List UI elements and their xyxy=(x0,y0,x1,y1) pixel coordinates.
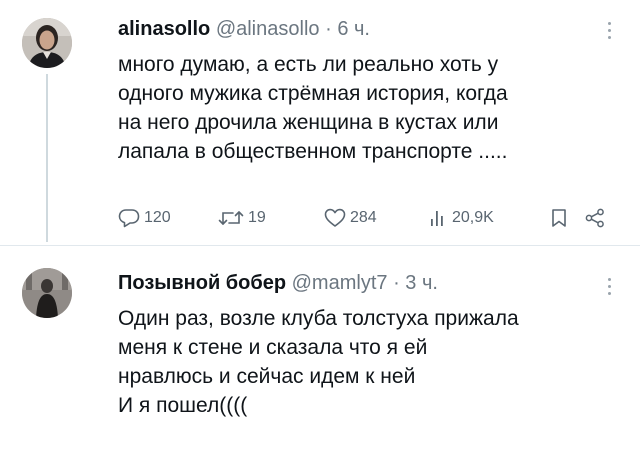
tweet-text-line: И я пошел(((( xyxy=(118,394,248,417)
separator-dot: · xyxy=(393,272,400,294)
bookmark-button[interactable] xyxy=(550,208,568,228)
timestamp[interactable]: 3 ч. xyxy=(405,272,438,294)
retweet-button[interactable]: 19 xyxy=(218,208,266,228)
tweet-text-line: на него дрочила женщина в кустах или xyxy=(118,111,499,134)
username[interactable]: @alinasollo xyxy=(216,18,320,40)
reply-button[interactable]: 120 xyxy=(118,208,171,228)
tweet-text: много думаю, а есть ли реально хоть у од… xyxy=(118,50,628,166)
more-vertical-icon[interactable] xyxy=(608,278,614,295)
heart-icon xyxy=(324,208,346,227)
separator-dot: · xyxy=(325,18,332,40)
tweet-text-line: лапала в общественном транспорте ..... xyxy=(118,140,508,163)
thread-connector xyxy=(46,74,48,242)
avatar[interactable] xyxy=(22,18,72,68)
share-button[interactable] xyxy=(584,208,606,228)
tweet-header: Позывной бобер @mamlyt7 · 3 ч. xyxy=(118,272,438,295)
avatar[interactable] xyxy=(22,268,72,318)
username[interactable]: @mamlyt7 xyxy=(292,272,388,294)
bookmark-icon xyxy=(552,209,566,227)
like-count: 284 xyxy=(350,209,377,226)
tweet-actions: 120 19 284 20,9K xyxy=(118,208,618,238)
tweet-text-line: одного мужика стрёмная история, когда xyxy=(118,82,508,105)
retweet-icon xyxy=(218,211,244,225)
tweet-header: alinasollo @alinasollo · 6 ч. xyxy=(118,18,370,41)
tweet-text-line: меня к стене и сказала что я ей xyxy=(118,336,428,359)
reply-icon xyxy=(118,209,140,228)
tweet-original[interactable]: alinasollo @alinasollo · 6 ч. много дума… xyxy=(0,0,640,246)
views-button[interactable]: 20,9K xyxy=(428,208,494,228)
views-icon xyxy=(431,211,443,226)
tweet-text-line: Один раз, возле клуба толстуха прижала xyxy=(118,307,519,330)
tweet-text-line: нравлюсь и сейчас идем к ней xyxy=(118,365,416,388)
avatar-image xyxy=(22,18,72,68)
display-name[interactable]: alinasollo xyxy=(118,18,210,40)
timestamp[interactable]: 6 ч. xyxy=(337,18,370,40)
display-name[interactable]: Позывной бобер xyxy=(118,272,286,294)
more-vertical-icon[interactable] xyxy=(608,22,614,39)
tweet-reply[interactable]: Позывной бобер @mamlyt7 · 3 ч. Один раз,… xyxy=(0,246,640,454)
retweet-count: 19 xyxy=(248,209,266,226)
share-icon xyxy=(585,208,604,228)
reply-count: 120 xyxy=(144,209,171,226)
tweet-text-line: много думаю, а есть ли реально хоть у xyxy=(118,53,499,76)
avatar-image xyxy=(22,268,72,318)
tweet-text: Один раз, возле клуба толстуха прижала м… xyxy=(118,304,628,420)
views-count: 20,9K xyxy=(452,209,494,226)
like-button[interactable]: 284 xyxy=(324,208,377,228)
